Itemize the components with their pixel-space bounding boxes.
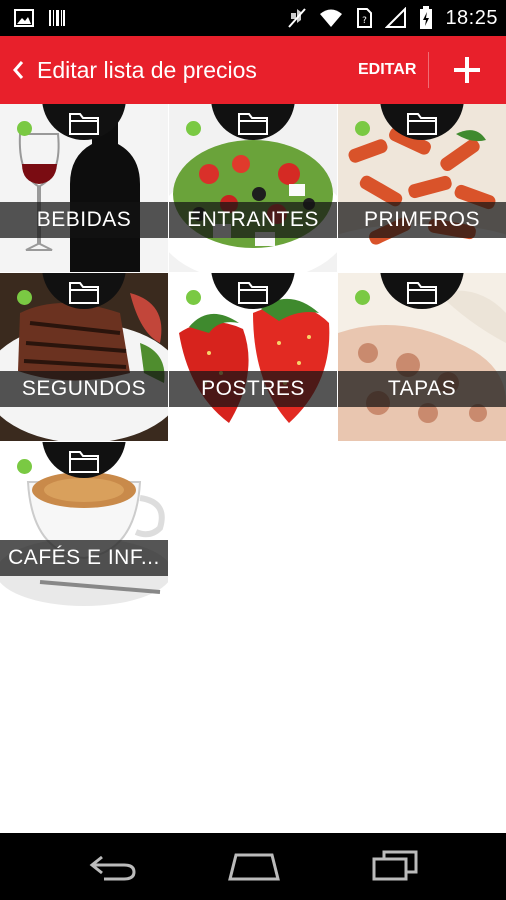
clock: 18:25 (445, 6, 498, 29)
folder-icon (238, 282, 268, 304)
folder-icon (407, 113, 437, 135)
folder-icon (69, 113, 99, 135)
barcode-icon (49, 10, 65, 26)
category-label: BEBIDAS (36, 208, 132, 231)
recents-icon[interactable] (370, 849, 420, 881)
navigation-bar (0, 833, 506, 900)
category-tile-postres[interactable]: POSTRES (169, 273, 337, 441)
sim-icon: ? (357, 8, 373, 28)
category-label: SEGUNDOS (21, 377, 147, 400)
active-indicator (17, 459, 32, 474)
active-indicator (355, 290, 370, 305)
plus-icon[interactable] (451, 54, 483, 86)
folder-icon (407, 282, 437, 304)
divider (428, 52, 429, 88)
folder-icon (238, 113, 268, 135)
folder-icon (69, 282, 99, 304)
category-tile-tapas[interactable]: TAPAS (338, 273, 506, 441)
category-tile-bebidas[interactable]: BEBIDAS (0, 104, 168, 272)
mute-icon (288, 8, 307, 28)
active-indicator (186, 121, 201, 136)
active-indicator (17, 290, 32, 305)
wifi-icon (320, 9, 343, 27)
category-label: POSTRES (201, 377, 305, 400)
signal-icon (385, 7, 407, 28)
category-label: TAPAS (387, 377, 457, 400)
category-label: CAFÉS E INF... (8, 546, 160, 569)
active-indicator (17, 121, 32, 136)
battery-icon (420, 6, 433, 29)
back-icon[interactable] (88, 853, 138, 881)
status-bar: ? 18:25 (0, 0, 506, 36)
category-tile-cafes[interactable]: CAFÉS E INF... (0, 442, 168, 610)
active-indicator (186, 290, 201, 305)
edit-button[interactable]: EDITAR (358, 61, 416, 79)
svg-text:?: ? (363, 16, 368, 26)
category-label: ENTRANTES (187, 208, 319, 231)
home-icon[interactable] (226, 851, 282, 881)
page-title: Editar lista de precios (37, 57, 257, 83)
app-bar: Editar lista de precios EDITAR (0, 36, 506, 104)
category-tile-entrantes[interactable]: ENTRANTES (169, 104, 337, 272)
active-indicator (355, 121, 370, 136)
back-chevron-icon[interactable] (8, 56, 32, 84)
category-tile-primeros[interactable]: PRIMEROS (338, 104, 506, 272)
folder-icon (69, 451, 99, 473)
category-tile-segundos[interactable]: SEGUNDOS (0, 273, 168, 441)
category-label: PRIMEROS (363, 208, 480, 231)
gallery-icon (14, 9, 34, 27)
